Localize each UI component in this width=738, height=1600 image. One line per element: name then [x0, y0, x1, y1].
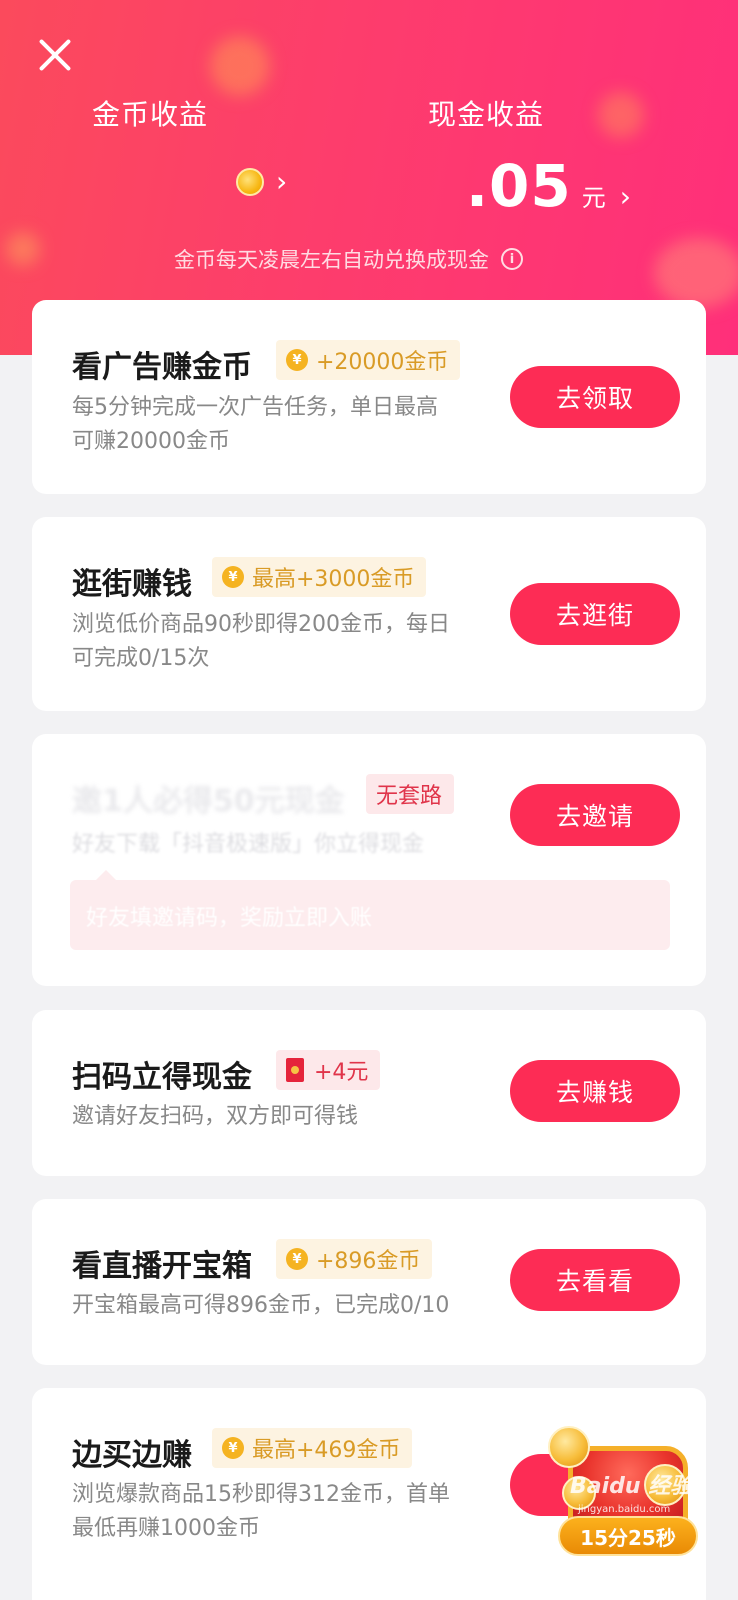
task-desc: 开宝箱最高可得896金币，已完成0/10 [72, 1289, 512, 1323]
coin-icon: ¥ [286, 349, 308, 371]
task-title: 逛街赚钱 [72, 567, 192, 602]
chest-timer: 15分25秒 [558, 1516, 698, 1556]
coin-icon [548, 1426, 590, 1468]
task-title: 边买边赚 [72, 1438, 192, 1473]
coin-earnings-label: 金币收益 [92, 98, 209, 131]
decor-blob [6, 232, 40, 266]
decor-blob [598, 92, 644, 138]
task-desc-line: 浏览低价商品90秒即得200金币，每日 [72, 612, 450, 637]
close-icon[interactable] [36, 36, 74, 74]
task-desc-line: 可赚20000金币 [72, 429, 230, 454]
task-card-ad: 看广告赚金币 ¥ +20000金币 每5分钟完成一次广告任务，单日最高 可赚20… [32, 300, 706, 494]
info-icon[interactable]: i [501, 248, 523, 270]
task-desc-line: 最低再赚1000金币 [72, 1516, 260, 1541]
coin-earnings-link[interactable]: › [236, 168, 287, 196]
task-card-live: 看直播开宝箱 ¥ +896金币 开宝箱最高可得896金币，已完成0/10 去看看 [32, 1199, 706, 1365]
reward-badge-text: 最高+469金币 [252, 1438, 401, 1463]
coin-icon: ¥ [222, 566, 244, 588]
task-desc-line: 开宝箱最高可得896金币，已完成0/10 [72, 1293, 450, 1318]
invite-button[interactable]: 去邀请 [510, 784, 680, 846]
task-desc: 浏览爆款商品15秒即得312金币，首单 最低再赚1000金币 [72, 1478, 512, 1546]
watermark-logo: Baidu 经验 [570, 1474, 693, 1499]
task-desc: 浏览低价商品90秒即得200金币，每日 可完成0/15次 [72, 608, 512, 676]
claim-button[interactable]: 去领取 [510, 366, 680, 428]
cash-earnings-label: 现金收益 [428, 98, 545, 131]
reward-badge: 无套路 [366, 774, 455, 814]
task-desc: 好友下载「抖音极速版」你立得现金 [72, 832, 425, 857]
reward-badge: ¥ +896金币 [276, 1239, 433, 1279]
reward-badge-text: +4元 [314, 1060, 369, 1085]
reward-badge: ¥ 最高+469金币 [212, 1428, 413, 1468]
task-card-scan: 扫码立得现金 +4元 邀请好友扫码，双方即可得钱 去赚钱 [32, 1010, 706, 1176]
reward-badge-text: 最高+3000金币 [252, 567, 415, 592]
chevron-right-icon: › [276, 165, 288, 198]
reward-badge-text: +20000金币 [316, 350, 449, 375]
invite-note-pointer [96, 870, 116, 880]
task-title: 邀1人必得50元现金 [72, 784, 345, 819]
task-desc-line: 浏览爆款商品15秒即得312金币，首单 [72, 1482, 450, 1507]
task-title: 看广告赚金币 [72, 350, 252, 385]
invite-note-bar: 好友填邀请码，奖励立即入账 [70, 870, 670, 950]
cash-value: .05 [466, 152, 572, 220]
reward-badge: ¥ +20000金币 [276, 340, 461, 380]
task-desc: 每5分钟完成一次广告任务，单日最高 可赚20000金币 [72, 391, 512, 459]
chevron-right-icon: › [619, 180, 631, 213]
task-desc: 邀请好友扫码，双方即可得钱 [72, 1100, 512, 1134]
task-card-shopping: 逛街赚钱 ¥ 最高+3000金币 浏览低价商品90秒即得200金币，每日 可完成… [32, 517, 706, 711]
decor-blob [210, 36, 270, 96]
task-title: 看直播开宝箱 [72, 1249, 252, 1284]
task-card-invite: 邀1人必得50元现金 无套路 好友下载「抖音极速版」你立得现金 好友填邀请码，奖… [32, 734, 706, 986]
coin-icon: ¥ [286, 1248, 308, 1270]
browse-button[interactable]: 去逛街 [510, 583, 680, 645]
cash-earnings-link[interactable]: .05 元 › [466, 152, 631, 220]
watch-button[interactable]: 去看看 [510, 1249, 680, 1311]
reward-badge: ¥ 最高+3000金币 [212, 557, 427, 597]
reward-badge-text: 无套路 [376, 784, 443, 809]
exchange-note-text: 金币每天凌晨左右自动兑换成现金 [174, 248, 489, 272]
task-desc-line: 邀请好友扫码，双方即可得钱 [72, 1104, 359, 1129]
watermark-url: jingyan.baidu.com [578, 1504, 671, 1515]
cash-unit: 元 [581, 184, 606, 212]
task-title: 扫码立得现金 [72, 1060, 252, 1095]
reward-badge-text: +896金币 [316, 1249, 421, 1274]
invite-note-text: 好友填邀请码，奖励立即入账 [86, 906, 373, 931]
task-desc-line: 可完成0/15次 [72, 646, 210, 671]
red-envelope-icon [286, 1058, 304, 1082]
coin-icon [236, 168, 264, 196]
earn-button[interactable]: 去赚钱 [510, 1060, 680, 1122]
task-desc-line: 每5分钟完成一次广告任务，单日最高 [72, 395, 438, 420]
coin-icon: ¥ [222, 1437, 244, 1459]
decor-blob [654, 238, 738, 308]
exchange-note[interactable]: 金币每天凌晨左右自动兑换成现金 i [174, 244, 523, 274]
reward-badge: +4元 [276, 1050, 381, 1090]
